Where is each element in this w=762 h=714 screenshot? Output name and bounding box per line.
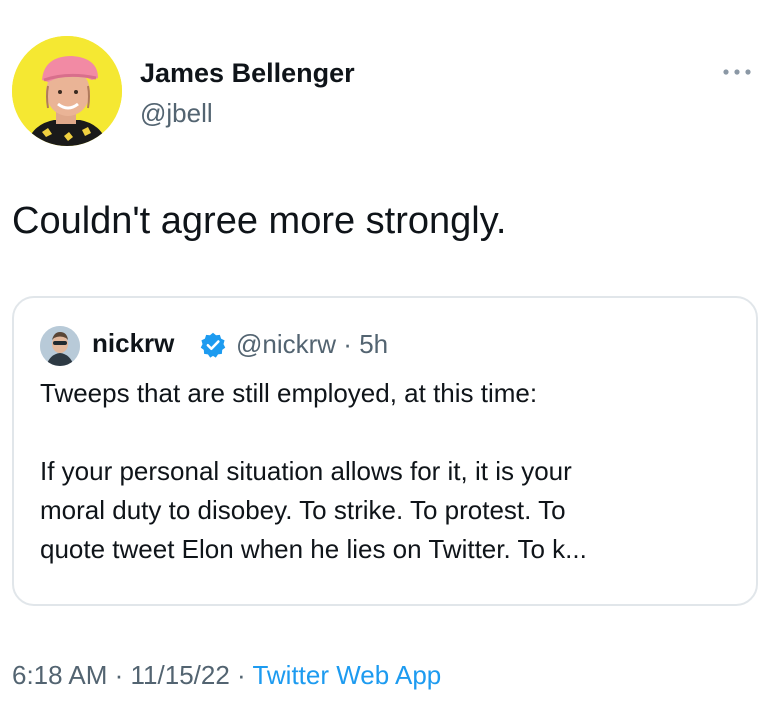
author-avatar-image <box>12 36 122 146</box>
quoted-tweet-line: If your personal situation allows for it… <box>40 456 572 486</box>
quoted-tweet-card[interactable]: nickrw @nickrw · 5h Tweeps that are stil… <box>12 296 758 606</box>
quoted-tweet-line: quote tweet Elon when he lies on Twitter… <box>40 534 587 564</box>
tweet-date[interactable]: 11/15/22 <box>131 660 230 690</box>
more-options-button[interactable] <box>720 64 754 80</box>
quoted-author-avatar[interactable] <box>40 326 80 366</box>
quoted-tweet-age[interactable]: 5h <box>359 329 388 359</box>
verified-badge-icon <box>199 331 227 359</box>
meta-separator: · <box>107 660 131 690</box>
source-app-link[interactable]: Twitter Web App <box>252 660 441 690</box>
author-name[interactable]: James Bellenger <box>140 58 355 89</box>
meta-separator: · <box>229 660 253 690</box>
quoted-author-meta: @nickrw · 5h <box>236 329 388 360</box>
meta-separator: · <box>336 329 360 359</box>
tweet-text: Couldn't agree more strongly. <box>12 200 507 242</box>
quoted-tweet-text: Tweeps that are still employed, at this … <box>40 374 740 569</box>
quoted-author-handle[interactable]: @nickrw <box>236 329 336 359</box>
author-avatar[interactable] <box>12 36 122 146</box>
author-handle[interactable]: @jbell <box>140 98 213 129</box>
quoted-tweet-line: Tweeps that are still employed, at this … <box>40 378 538 408</box>
quoted-author-name[interactable]: nickrw <box>92 328 174 359</box>
quoted-author-avatar-image <box>40 326 80 366</box>
tweet-metadata: 6:18 AM · 11/15/22 · Twitter Web App <box>12 660 441 691</box>
more-horizontal-icon <box>723 69 751 75</box>
quoted-tweet-line: moral duty to disobey. To strike. To pro… <box>40 495 566 525</box>
tweet-time[interactable]: 6:18 AM <box>12 660 107 690</box>
